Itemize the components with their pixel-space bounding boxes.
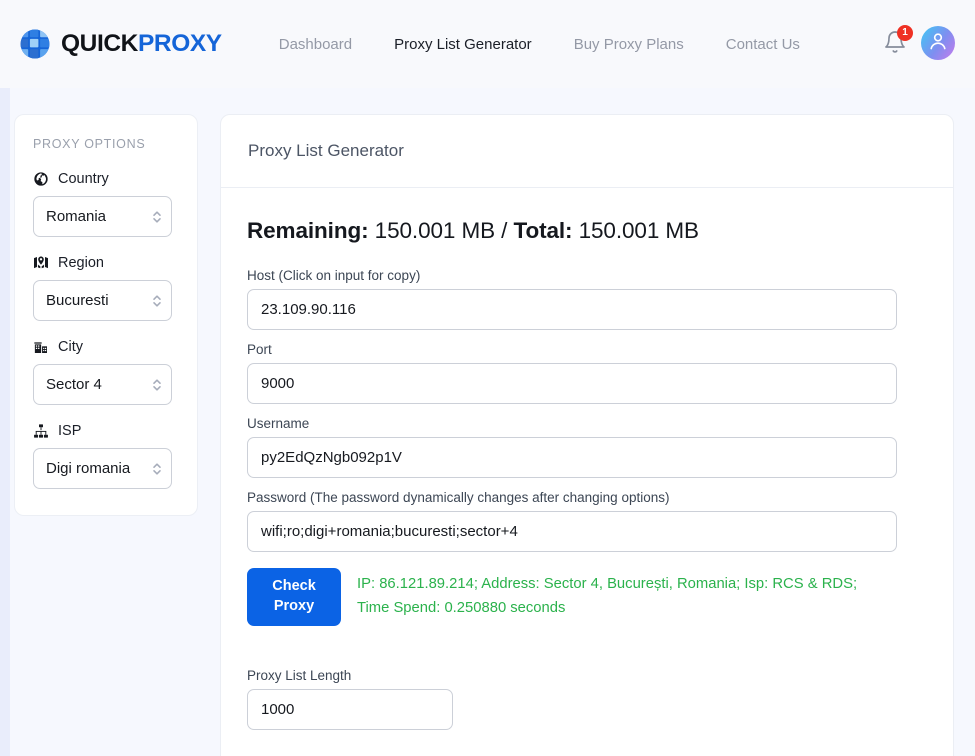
city-select-value: Sector 4 xyxy=(46,376,102,393)
notification-count-badge: 1 xyxy=(897,25,913,41)
country-select-value: Romania xyxy=(46,208,107,225)
sidebar-field-city: City Sector 4 xyxy=(33,339,179,405)
avatar[interactable] xyxy=(921,26,955,60)
password-input[interactable] xyxy=(247,511,897,552)
network-sitemap-icon xyxy=(33,423,49,439)
country-label: Country xyxy=(58,171,109,187)
user-avatar-icon xyxy=(927,30,949,57)
username-label: Username xyxy=(247,416,310,431)
proxy-list-generator-card: Proxy List Generator Remaining: 150.001 … xyxy=(220,114,954,756)
globe-icon xyxy=(33,171,49,187)
proxy-list-length-group: Proxy List Length xyxy=(247,668,927,730)
main-navigation: Dashboard Proxy List Generator Buy Proxy… xyxy=(258,36,821,53)
check-proxy-button[interactable]: Check Proxy xyxy=(247,568,341,626)
region-label: Region xyxy=(58,255,104,271)
brand-name-quick: QUICK xyxy=(61,30,138,57)
check-proxy-status: IP: 86.121.89.214; Address: Sector 4, Bu… xyxy=(357,568,892,621)
proxy-list-length-label: Proxy List Length xyxy=(247,668,352,683)
region-label-row: Region xyxy=(33,255,179,271)
notifications-button[interactable]: 1 xyxy=(883,25,913,58)
sidebar-field-country: Country Romania xyxy=(33,171,179,237)
region-select[interactable]: Bucuresti xyxy=(33,280,172,321)
quota-remaining-value: 150.001 MB xyxy=(374,218,496,243)
port-label: Port xyxy=(247,342,272,357)
port-field-group: Port xyxy=(247,342,927,404)
city-select[interactable]: Sector 4 xyxy=(33,364,172,405)
nav-item-contact-us[interactable]: Contact Us xyxy=(705,36,821,53)
username-input[interactable] xyxy=(247,437,897,478)
host-field-group: Host (Click on input for copy) xyxy=(247,268,927,330)
username-field-group: Username xyxy=(247,416,927,478)
bell-icon xyxy=(883,31,907,58)
port-input[interactable] xyxy=(247,363,897,404)
host-input[interactable] xyxy=(247,289,897,330)
sidebar-field-isp: ISP Digi romania xyxy=(33,423,179,489)
chevron-updown-icon xyxy=(151,460,163,478)
quota-remaining-label: Remaining: xyxy=(247,218,369,243)
sidebar-title: PROXY OPTIONS xyxy=(33,137,146,151)
proxy-list-length-input[interactable] xyxy=(247,689,453,730)
host-label: Host (Click on input for copy) xyxy=(247,268,421,283)
country-label-row: Country xyxy=(33,171,179,187)
nav-item-dashboard[interactable]: Dashboard xyxy=(258,36,373,53)
brand-name-proxy: PROXY xyxy=(137,30,222,57)
password-label: Password (The password dynamically chang… xyxy=(247,490,670,505)
quota-total-label: Total: xyxy=(513,218,573,243)
chevron-updown-icon xyxy=(151,292,163,310)
check-status-line2: Time Spend: 0.250880 seconds xyxy=(357,599,566,616)
chevron-updown-icon xyxy=(151,208,163,226)
chevron-updown-icon xyxy=(151,376,163,394)
proxy-options-sidebar: PROXY OPTIONS Country Romania Region Buc… xyxy=(14,114,198,516)
isp-select-value: Digi romania xyxy=(46,460,131,477)
globe-icon xyxy=(18,27,52,61)
isp-select[interactable]: Digi romania xyxy=(33,448,172,489)
quota-summary: Remaining: 150.001 MB / Total: 150.001 M… xyxy=(247,218,927,244)
country-select[interactable]: Romania xyxy=(33,196,172,237)
map-location-icon xyxy=(33,255,49,271)
city-building-icon xyxy=(33,339,49,355)
quota-total-value: 150.001 MB xyxy=(578,218,699,243)
city-label: City xyxy=(58,339,83,355)
nav-item-proxy-list-generator[interactable]: Proxy List Generator xyxy=(373,36,553,53)
check-status-line1: IP: 86.121.89.214; Address: Sector 4, Bu… xyxy=(357,576,858,592)
quota-separator: / xyxy=(501,218,508,243)
isp-label-row: ISP xyxy=(33,423,179,439)
page-title: Proxy List Generator xyxy=(248,141,404,160)
top-header: QUICKPROXY Dashboard Proxy List Generato… xyxy=(0,0,975,88)
left-gutter-band xyxy=(0,88,10,756)
city-label-row: City xyxy=(33,339,179,355)
region-select-value: Bucuresti xyxy=(46,292,109,309)
check-proxy-row: Check Proxy IP: 86.121.89.214; Address: … xyxy=(247,568,927,626)
header-actions: 1 xyxy=(883,25,955,60)
brand-logo-area[interactable]: QUICKPROXY xyxy=(18,27,222,61)
sidebar-field-region: Region Bucuresti xyxy=(33,255,179,321)
card-body: Remaining: 150.001 MB / Total: 150.001 M… xyxy=(221,188,953,730)
nav-item-buy-proxy-plans[interactable]: Buy Proxy Plans xyxy=(553,36,705,53)
isp-label: ISP xyxy=(58,423,82,439)
password-field-group: Password (The password dynamically chang… xyxy=(247,490,927,552)
card-header: Proxy List Generator xyxy=(221,115,953,188)
